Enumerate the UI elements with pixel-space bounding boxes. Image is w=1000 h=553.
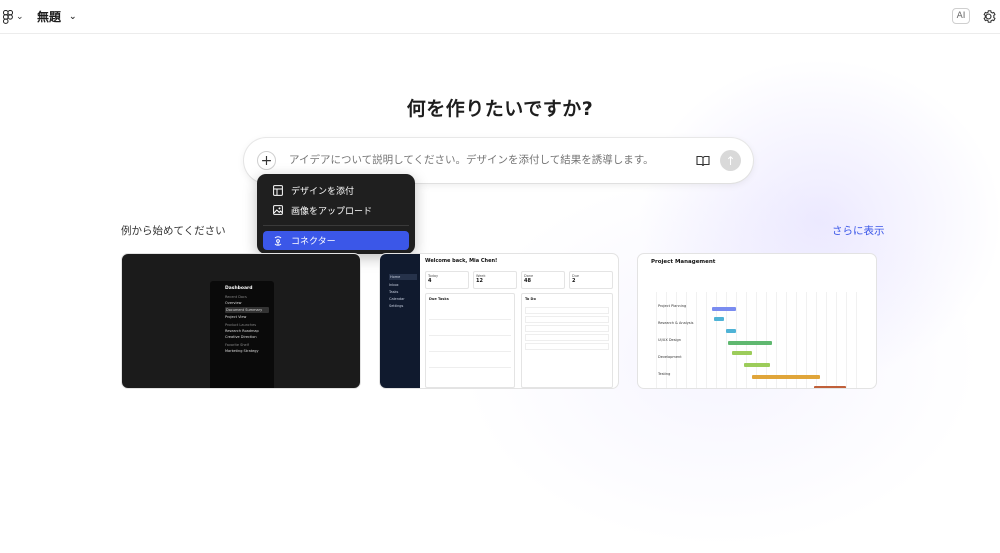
- nav-item: Home: [389, 274, 417, 280]
- pm-rows: Project Planning Research & Analysis UI/…: [658, 304, 708, 388]
- todo-panel: To Do: [521, 293, 613, 388]
- menu-item-attach-design[interactable]: デザインを添付: [263, 180, 409, 200]
- task-row: [429, 307, 511, 320]
- nav-item: Tasks: [389, 290, 399, 294]
- attach-menu: デザインを添付 画像をアップロード コネクター: [257, 174, 415, 254]
- task-sidebar: Home Inbox Tasks Calendar Settings: [380, 254, 420, 388]
- gantt-bar: [712, 307, 736, 311]
- gantt-bar: [814, 386, 846, 388]
- examples-title: 例から始めてください: [121, 225, 226, 237]
- chevron-down-icon: ⌄: [69, 11, 77, 22]
- stat-value: 2: [572, 278, 576, 284]
- preview-item: Creative Direction: [225, 335, 257, 339]
- chevron-down-icon: ⌄: [16, 12, 24, 22]
- pm-row: UI/UX Design: [658, 338, 681, 342]
- stat-value: 48: [524, 278, 531, 284]
- main-menu-button[interactable]: ⌄: [3, 9, 27, 25]
- preview-section: Recent Docs: [225, 295, 247, 299]
- preview-title: Dashboard: [225, 286, 253, 291]
- menu-item-upload-image[interactable]: 画像をアップロード: [263, 200, 409, 220]
- preview-item: Research Roadmap: [225, 329, 259, 333]
- image-icon: [273, 205, 283, 215]
- prompt-input[interactable]: [289, 151, 669, 169]
- menu-divider: [263, 225, 409, 226]
- pm-row: Testing: [658, 372, 671, 376]
- task-row: [429, 339, 511, 352]
- preview-section: Product Launches: [225, 323, 257, 327]
- stat-value: 4: [428, 278, 432, 284]
- show-more-link[interactable]: さらに表示: [832, 223, 885, 238]
- todo-row: [525, 334, 609, 341]
- todo-row: [525, 343, 609, 350]
- menu-item-label: 画像をアップロード: [291, 206, 373, 217]
- gantt-bar: [728, 341, 772, 345]
- library-button[interactable]: [693, 151, 713, 171]
- nav-item: Inbox: [389, 283, 399, 287]
- add-attachment-button[interactable]: +: [257, 151, 276, 170]
- stat-card: Today 4: [425, 271, 469, 289]
- nav-item: Settings: [389, 304, 404, 308]
- gantt-bar: [744, 363, 770, 367]
- nav-item: Calendar: [389, 297, 405, 301]
- book-icon: [696, 155, 710, 167]
- preview-item: Document Summary: [225, 307, 269, 313]
- top-bar: ⌄ 無題 ⌄ AI: [0, 0, 1000, 34]
- panel-title: To Do: [525, 297, 536, 301]
- task-stats: Today 4 Week 12 Done 48 Due 2: [425, 271, 613, 289]
- task-row: [429, 355, 511, 368]
- task-row: [429, 323, 511, 336]
- preview-section: Favorite Shelf: [225, 343, 249, 347]
- menu-item-label: デザインを添付: [291, 186, 355, 197]
- connector-icon: [274, 235, 282, 246]
- pm-row: Development: [658, 355, 682, 359]
- stat-card: Due 2: [569, 271, 613, 289]
- pm-row: Research & Analysis: [658, 321, 694, 325]
- page-heading: 何を作りたいですか?: [406, 98, 594, 120]
- dashboard-preview: Dashboard Recent Docs Overview Document …: [210, 281, 274, 388]
- pm-title: Project Management: [651, 259, 716, 265]
- gantt-bar: [752, 375, 820, 379]
- todo-row: [525, 316, 609, 323]
- gantt-bar: [714, 317, 724, 321]
- panel-title: Due Tasks: [429, 297, 449, 301]
- preview-item: Marketing Strategy: [225, 349, 259, 353]
- example-card-dashboard[interactable]: Dashboard Recent Docs Overview Document …: [121, 253, 361, 389]
- example-card-tasks[interactable]: Home Inbox Tasks Calendar Settings Welco…: [379, 253, 619, 389]
- arrow-up-icon: ↑: [725, 153, 736, 168]
- ai-button[interactable]: AI: [952, 8, 970, 24]
- gantt-bar: [726, 329, 736, 333]
- file-title: 無題: [37, 10, 62, 24]
- menu-item-connector[interactable]: コネクター: [263, 231, 409, 250]
- design-attach-icon: [273, 184, 283, 196]
- example-card-project-management[interactable]: Project Management Project Planning Rese…: [637, 253, 877, 389]
- stat-value: 12: [476, 278, 483, 284]
- task-greeting: Welcome back, Mia Chen!: [425, 258, 498, 264]
- due-tasks-panel: Due Tasks: [425, 293, 515, 388]
- plus-icon: +: [260, 152, 273, 169]
- gantt-bar: [732, 351, 752, 355]
- gear-icon[interactable]: [980, 8, 997, 25]
- stat-card: Done 48: [521, 271, 565, 289]
- todo-row: [525, 325, 609, 332]
- pm-row: Project Planning: [658, 304, 687, 308]
- stat-card: Week 12: [473, 271, 517, 289]
- file-title-menu[interactable]: 無題 ⌄: [37, 8, 77, 25]
- preview-item: Overview: [225, 301, 242, 305]
- send-button[interactable]: ↑: [720, 150, 741, 171]
- preview-item: Project View: [225, 315, 247, 319]
- todo-row: [525, 307, 609, 314]
- figma-logo-icon: [3, 10, 13, 24]
- menu-item-label: コネクター: [291, 237, 336, 247]
